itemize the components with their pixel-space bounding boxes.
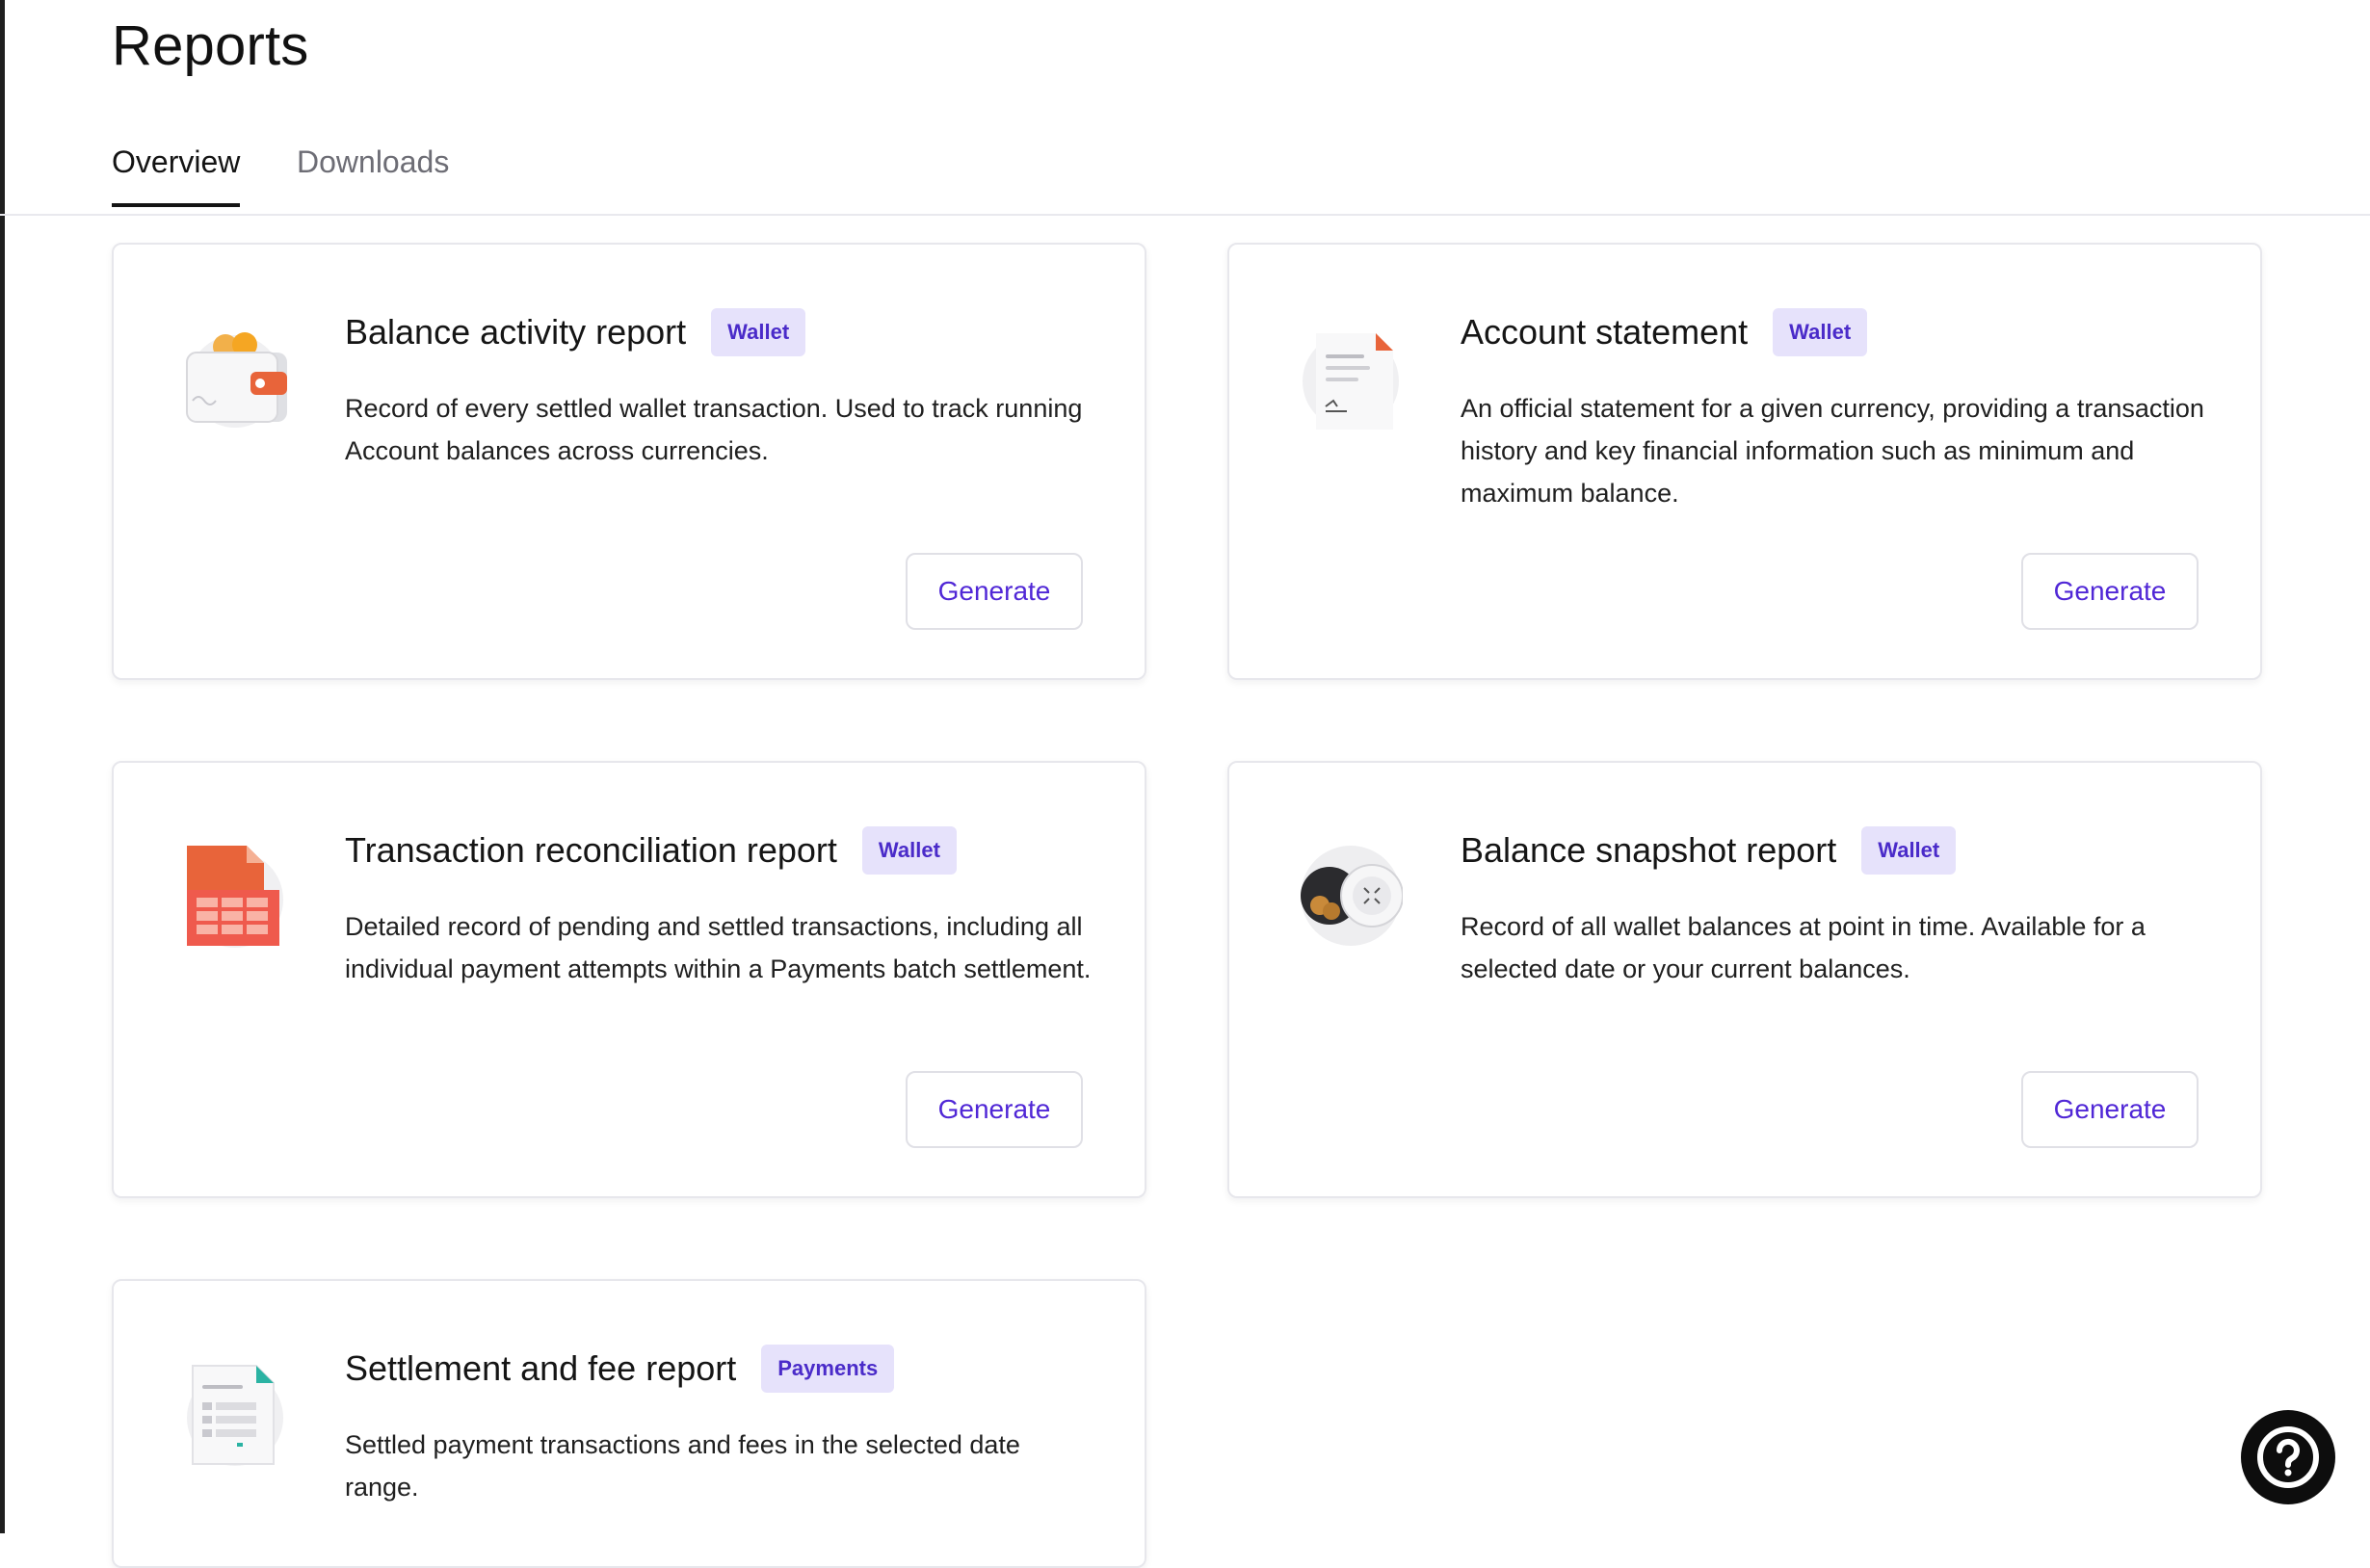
card-description: Settled payment transactions and fees in… (345, 1430, 1020, 1502)
card-header: Balance activity report Wallet (345, 308, 1087, 356)
category-badge: Wallet (711, 308, 806, 356)
card-header: Settlement and fee report Payments (345, 1345, 1087, 1393)
report-card-balance-snapshot: Balance snapshot report Wallet Record of… (1227, 761, 2262, 1198)
report-card-balance-activity: Balance activity report Wallet Record of… (112, 243, 1146, 680)
card-title: Account statement (1461, 312, 1749, 352)
card-description: Record of all wallet balances at point i… (1461, 912, 2146, 983)
tab-bar: Overview Downloads (0, 135, 2370, 216)
card-header: Account statement Wallet (1461, 308, 2202, 356)
document-icon (1303, 333, 1399, 430)
report-card-transaction-reconciliation: Transaction reconciliation report Wallet… (112, 761, 1146, 1198)
generate-button[interactable]: Generate (2021, 553, 2199, 630)
generate-button[interactable]: Generate (2021, 1071, 2199, 1148)
spreadsheet-icon (187, 846, 283, 948)
category-badge: Wallet (1861, 826, 1957, 875)
card-description: An official statement for a given curren… (1461, 394, 2204, 508)
help-icon (2257, 1426, 2319, 1488)
card-description: Detailed record of pending and settled t… (345, 912, 1092, 983)
card-title: Balance snapshot report (1461, 830, 1837, 870)
card-header: Transaction reconciliation report Wallet (345, 826, 1087, 875)
category-badge: Payments (761, 1345, 895, 1393)
card-title: Balance activity report (345, 312, 687, 352)
card-header: Balance snapshot report Wallet (1461, 826, 2202, 875)
generate-button[interactable]: Generate (906, 553, 1083, 630)
page-title: Reports (112, 14, 309, 77)
card-title: Transaction reconciliation report (345, 830, 837, 870)
report-card-account-statement: Account statement Wallet An official sta… (1227, 243, 2262, 680)
fee-document-icon (187, 1365, 283, 1466)
card-description: Record of every settled wallet transacti… (345, 394, 1083, 465)
category-badge: Wallet (1773, 308, 1868, 356)
report-card-settlement-fee: Settlement and fee report Payments Settl… (112, 1279, 1146, 1568)
camera-snapshot-icon (1301, 846, 1403, 946)
category-badge: Wallet (861, 826, 957, 875)
card-title: Settlement and fee report (345, 1348, 737, 1388)
generate-button[interactable]: Generate (906, 1071, 1083, 1148)
left-border (0, 0, 5, 1533)
help-button[interactable] (2241, 1410, 2335, 1504)
tab-overview[interactable]: Overview (112, 144, 241, 207)
wallet-icon (186, 332, 287, 428)
tab-downloads[interactable]: Downloads (297, 144, 449, 203)
